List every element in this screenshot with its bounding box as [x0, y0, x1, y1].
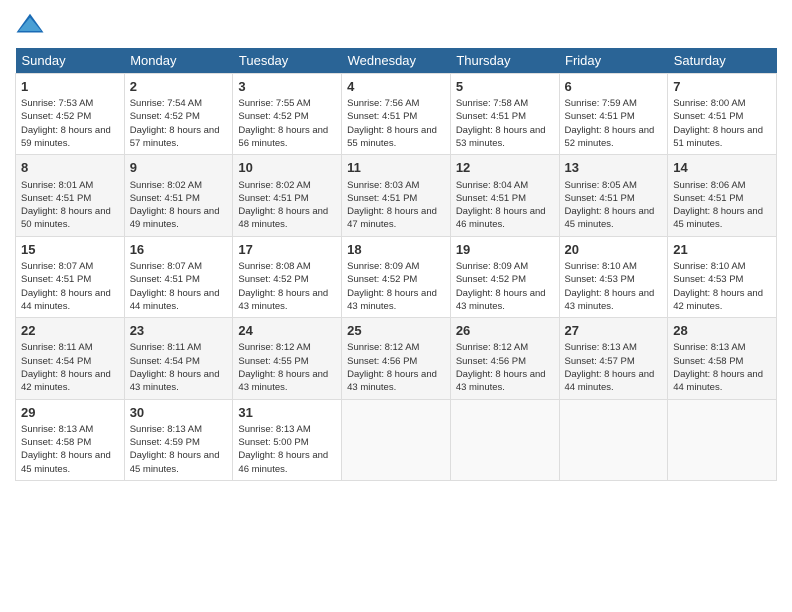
day-number: 25: [347, 322, 445, 340]
calendar-cell: 23Sunrise: 8:11 AMSunset: 4:54 PMDayligh…: [124, 318, 233, 399]
day-number: 9: [130, 159, 228, 177]
col-header-thursday: Thursday: [450, 48, 559, 74]
calendar-cell: 19Sunrise: 8:09 AMSunset: 4:52 PMDayligh…: [450, 236, 559, 317]
calendar-cell: 4Sunrise: 7:56 AMSunset: 4:51 PMDaylight…: [342, 74, 451, 155]
week-row-3: 15Sunrise: 8:07 AMSunset: 4:51 PMDayligh…: [16, 236, 777, 317]
calendar-cell: 8Sunrise: 8:01 AMSunset: 4:51 PMDaylight…: [16, 155, 125, 236]
calendar-cell: 9Sunrise: 8:02 AMSunset: 4:51 PMDaylight…: [124, 155, 233, 236]
day-number: 22: [21, 322, 119, 340]
calendar-cell: 15Sunrise: 8:07 AMSunset: 4:51 PMDayligh…: [16, 236, 125, 317]
day-number: 29: [21, 404, 119, 422]
calendar-table: SundayMondayTuesdayWednesdayThursdayFrid…: [15, 48, 777, 481]
logo-icon: [15, 10, 45, 40]
calendar-cell: 13Sunrise: 8:05 AMSunset: 4:51 PMDayligh…: [559, 155, 668, 236]
day-number: 2: [130, 78, 228, 96]
calendar-cell: 29Sunrise: 8:13 AMSunset: 4:58 PMDayligh…: [16, 399, 125, 480]
calendar-cell: 28Sunrise: 8:13 AMSunset: 4:58 PMDayligh…: [668, 318, 777, 399]
page-container: SundayMondayTuesdayWednesdayThursdayFrid…: [0, 0, 792, 491]
day-number: 27: [565, 322, 663, 340]
calendar-cell: 17Sunrise: 8:08 AMSunset: 4:52 PMDayligh…: [233, 236, 342, 317]
calendar-cell: 21Sunrise: 8:10 AMSunset: 4:53 PMDayligh…: [668, 236, 777, 317]
week-row-2: 8Sunrise: 8:01 AMSunset: 4:51 PMDaylight…: [16, 155, 777, 236]
day-number: 11: [347, 159, 445, 177]
day-number: 3: [238, 78, 336, 96]
day-number: 1: [21, 78, 119, 96]
calendar-cell: 10Sunrise: 8:02 AMSunset: 4:51 PMDayligh…: [233, 155, 342, 236]
calendar-cell: 26Sunrise: 8:12 AMSunset: 4:56 PMDayligh…: [450, 318, 559, 399]
day-number: 13: [565, 159, 663, 177]
day-number: 15: [21, 241, 119, 259]
calendar-cell: 1Sunrise: 7:53 AMSunset: 4:52 PMDaylight…: [16, 74, 125, 155]
logo: [15, 10, 49, 40]
day-number: 24: [238, 322, 336, 340]
day-number: 20: [565, 241, 663, 259]
calendar-cell: 20Sunrise: 8:10 AMSunset: 4:53 PMDayligh…: [559, 236, 668, 317]
calendar-cell: 3Sunrise: 7:55 AMSunset: 4:52 PMDaylight…: [233, 74, 342, 155]
calendar-cell: 25Sunrise: 8:12 AMSunset: 4:56 PMDayligh…: [342, 318, 451, 399]
calendar-cell: 7Sunrise: 8:00 AMSunset: 4:51 PMDaylight…: [668, 74, 777, 155]
day-number: 23: [130, 322, 228, 340]
calendar-cell: 22Sunrise: 8:11 AMSunset: 4:54 PMDayligh…: [16, 318, 125, 399]
header-row: SundayMondayTuesdayWednesdayThursdayFrid…: [16, 48, 777, 74]
day-number: 16: [130, 241, 228, 259]
col-header-friday: Friday: [559, 48, 668, 74]
week-row-4: 22Sunrise: 8:11 AMSunset: 4:54 PMDayligh…: [16, 318, 777, 399]
calendar-cell: 16Sunrise: 8:07 AMSunset: 4:51 PMDayligh…: [124, 236, 233, 317]
day-number: 14: [673, 159, 771, 177]
page-header: [15, 10, 777, 40]
day-number: 30: [130, 404, 228, 422]
calendar-cell: 14Sunrise: 8:06 AMSunset: 4:51 PMDayligh…: [668, 155, 777, 236]
col-header-monday: Monday: [124, 48, 233, 74]
calendar-cell: 30Sunrise: 8:13 AMSunset: 4:59 PMDayligh…: [124, 399, 233, 480]
calendar-cell: 6Sunrise: 7:59 AMSunset: 4:51 PMDaylight…: [559, 74, 668, 155]
calendar-cell: 11Sunrise: 8:03 AMSunset: 4:51 PMDayligh…: [342, 155, 451, 236]
calendar-cell: [668, 399, 777, 480]
day-number: 12: [456, 159, 554, 177]
col-header-saturday: Saturday: [668, 48, 777, 74]
calendar-cell: [559, 399, 668, 480]
week-row-1: 1Sunrise: 7:53 AMSunset: 4:52 PMDaylight…: [16, 74, 777, 155]
col-header-tuesday: Tuesday: [233, 48, 342, 74]
day-number: 26: [456, 322, 554, 340]
col-header-wednesday: Wednesday: [342, 48, 451, 74]
day-number: 28: [673, 322, 771, 340]
calendar-cell: 12Sunrise: 8:04 AMSunset: 4:51 PMDayligh…: [450, 155, 559, 236]
col-header-sunday: Sunday: [16, 48, 125, 74]
calendar-cell: 31Sunrise: 8:13 AMSunset: 5:00 PMDayligh…: [233, 399, 342, 480]
day-number: 18: [347, 241, 445, 259]
day-number: 21: [673, 241, 771, 259]
day-number: 31: [238, 404, 336, 422]
calendar-cell: 24Sunrise: 8:12 AMSunset: 4:55 PMDayligh…: [233, 318, 342, 399]
day-number: 5: [456, 78, 554, 96]
day-number: 7: [673, 78, 771, 96]
calendar-cell: [450, 399, 559, 480]
day-number: 8: [21, 159, 119, 177]
calendar-cell: 18Sunrise: 8:09 AMSunset: 4:52 PMDayligh…: [342, 236, 451, 317]
day-number: 6: [565, 78, 663, 96]
calendar-cell: [342, 399, 451, 480]
calendar-cell: 27Sunrise: 8:13 AMSunset: 4:57 PMDayligh…: [559, 318, 668, 399]
day-number: 17: [238, 241, 336, 259]
day-number: 19: [456, 241, 554, 259]
calendar-cell: 2Sunrise: 7:54 AMSunset: 4:52 PMDaylight…: [124, 74, 233, 155]
week-row-5: 29Sunrise: 8:13 AMSunset: 4:58 PMDayligh…: [16, 399, 777, 480]
calendar-cell: 5Sunrise: 7:58 AMSunset: 4:51 PMDaylight…: [450, 74, 559, 155]
day-number: 10: [238, 159, 336, 177]
day-number: 4: [347, 78, 445, 96]
